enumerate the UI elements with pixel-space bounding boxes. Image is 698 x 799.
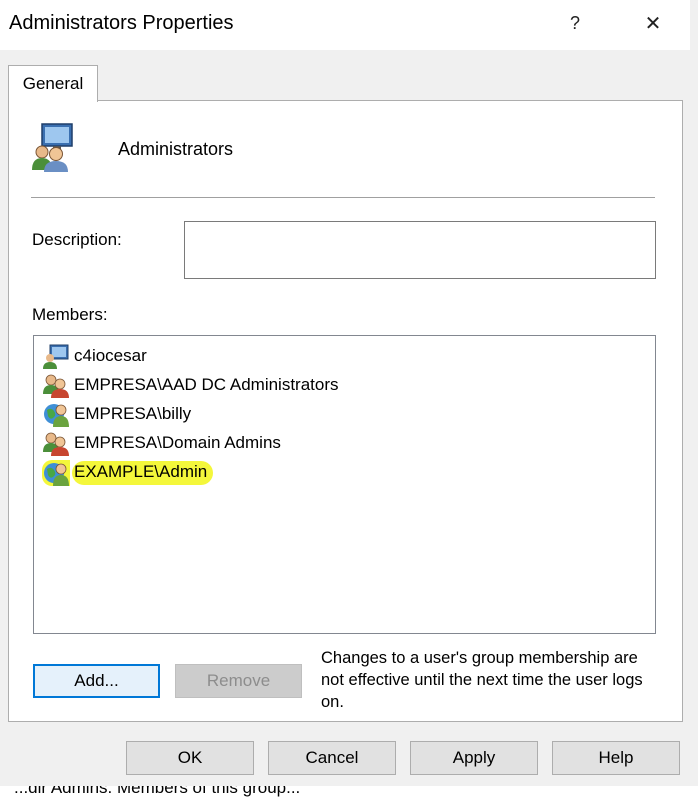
window-edge bbox=[690, 0, 698, 799]
help-button[interactable]: Help bbox=[552, 741, 680, 775]
tab-general[interactable]: General bbox=[8, 65, 98, 102]
domain-user-icon bbox=[44, 404, 69, 427]
ok-button[interactable]: OK bbox=[126, 741, 254, 775]
group-icon bbox=[43, 432, 69, 456]
list-item[interactable]: c4iocesar bbox=[42, 342, 147, 370]
help-icon[interactable]: ? bbox=[552, 0, 598, 46]
background-window: ...dir Admins. Members of this group... bbox=[0, 786, 698, 799]
separator bbox=[31, 197, 655, 199]
member-name: EMPRESA\Domain Admins bbox=[74, 433, 281, 452]
remove-button[interactable]: Remove bbox=[175, 664, 302, 698]
apply-button[interactable]: Apply bbox=[410, 741, 538, 775]
list-item[interactable]: EMPRESA\billy bbox=[42, 400, 191, 428]
list-item[interactable]: EMPRESA\Domain Admins bbox=[42, 429, 281, 457]
window-title: Administrators Properties bbox=[9, 12, 234, 34]
computer-user-icon bbox=[43, 344, 69, 369]
cancel-button[interactable]: Cancel bbox=[268, 741, 396, 775]
title-bar: Administrators Properties ? ✕ bbox=[0, 0, 690, 50]
membership-note: Changes to a user's group membership are… bbox=[321, 649, 643, 711]
description-field[interactable] bbox=[184, 221, 656, 279]
list-item[interactable]: EXAMPLE\Admin bbox=[42, 459, 214, 487]
member-name: c4iocesar bbox=[74, 346, 147, 365]
add-button[interactable]: Add... bbox=[33, 664, 160, 698]
member-name: EMPRESA\billy bbox=[74, 404, 192, 423]
group-icon bbox=[43, 374, 69, 398]
members-list[interactable]: c4iocesar EMPRESA\AAD DC Administrators … bbox=[33, 335, 656, 634]
description-label: Description: bbox=[32, 230, 122, 249]
member-name: EXAMPLE\Admin bbox=[72, 461, 214, 485]
user-group-icon bbox=[32, 123, 73, 172]
domain-user-icon bbox=[42, 460, 70, 486]
list-item[interactable]: EMPRESA\AAD DC Administrators bbox=[42, 371, 339, 399]
group-name: Administrators bbox=[118, 139, 234, 159]
members-label: Members: bbox=[32, 305, 108, 324]
member-name: EMPRESA\AAD DC Administrators bbox=[74, 375, 339, 394]
close-icon[interactable]: ✕ bbox=[630, 0, 676, 46]
background-text: ...dir Admins. Members of this group... bbox=[14, 786, 301, 797]
